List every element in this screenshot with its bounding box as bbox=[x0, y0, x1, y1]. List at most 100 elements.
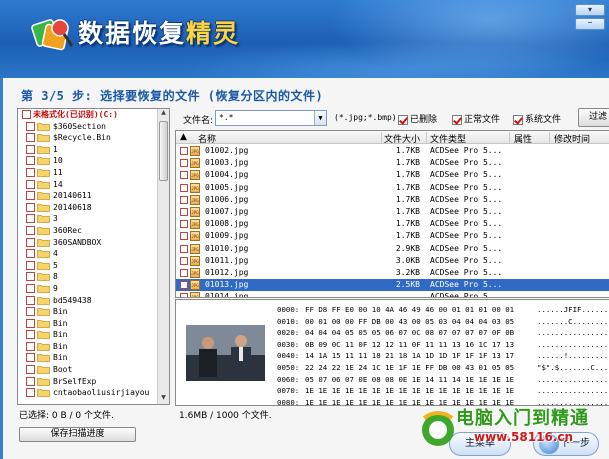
tree-item[interactable]: 9 bbox=[18, 283, 169, 295]
checkbox-icon[interactable] bbox=[26, 341, 35, 351]
checkbox-checked-icon[interactable] bbox=[398, 114, 408, 125]
checkbox-icon[interactable] bbox=[26, 388, 35, 398]
checkbox-icon[interactable] bbox=[180, 244, 188, 253]
deleted-checkbox[interactable]: 已删除 bbox=[398, 112, 437, 125]
checkbox-icon[interactable] bbox=[26, 179, 35, 189]
checkbox-icon[interactable] bbox=[26, 202, 35, 212]
tree-item[interactable]: Boot bbox=[18, 364, 169, 376]
file-list[interactable]: ▲ 名称 文件大小 文件类型 属性 修改时间 JPG 01002.jpg 1.7KB… bbox=[175, 130, 609, 298]
tree-item[interactable]: bd549438 bbox=[18, 295, 169, 307]
checkbox-icon[interactable] bbox=[26, 191, 35, 201]
checkbox-icon[interactable] bbox=[26, 330, 35, 340]
tree-item[interactable]: $Recycle.Bin bbox=[18, 132, 169, 144]
table-row[interactable]: JPG 01009.jpg 1.7KB ACDSee Pro 5... bbox=[176, 230, 609, 242]
checkbox-icon[interactable] bbox=[26, 167, 35, 177]
checkbox-icon[interactable] bbox=[26, 260, 35, 270]
tree-item[interactable]: 10 bbox=[18, 155, 169, 167]
table-row[interactable]: JPG 01004.jpg 1.7KB ACDSee Pro 5... bbox=[176, 169, 609, 181]
tree-scrollbar[interactable]: ▲ ▼ bbox=[157, 109, 169, 404]
table-row[interactable]: JPG 01006.jpg 1.7KB ACDSee Pro 5... bbox=[176, 194, 609, 206]
checkbox-icon[interactable] bbox=[26, 307, 35, 317]
window-minimize-button[interactable]: – bbox=[575, 18, 605, 30]
checkbox-checked-icon[interactable] bbox=[452, 114, 462, 125]
tree-item[interactable]: 3 bbox=[18, 213, 169, 225]
checkbox-icon[interactable] bbox=[180, 183, 188, 192]
checkbox-icon[interactable] bbox=[26, 237, 35, 247]
table-row[interactable]: JPG 01013.jpg 2.5KB ACDSee Pro 5... bbox=[176, 279, 609, 292]
column-size[interactable]: 文件大小 bbox=[384, 132, 420, 145]
checkbox-icon[interactable] bbox=[26, 272, 35, 282]
checkbox-checked-icon[interactable] bbox=[513, 114, 523, 125]
checkbox-icon[interactable] bbox=[180, 159, 188, 168]
scroll-down-icon[interactable]: ▼ bbox=[159, 394, 168, 404]
normal-files-checkbox[interactable]: 正常文件 bbox=[452, 112, 500, 125]
checkbox-icon[interactable] bbox=[26, 156, 35, 166]
column-name[interactable]: 名称 bbox=[198, 132, 216, 145]
checkbox-icon[interactable] bbox=[26, 353, 35, 363]
tree-item[interactable]: 1 bbox=[18, 144, 169, 156]
table-row[interactable]: JPG 01007.jpg 1.7KB ACDSee Pro 5... bbox=[176, 206, 609, 218]
tree-item[interactable]: Bin bbox=[18, 352, 169, 364]
window-menu-button[interactable]: ▾ bbox=[575, 4, 605, 16]
checkbox-icon[interactable] bbox=[180, 293, 188, 297]
filename-select[interactable]: *.* ▼ bbox=[215, 110, 327, 126]
checkbox-icon[interactable] bbox=[26, 225, 35, 235]
tree-item[interactable]: cntaobaoliusirjiayou bbox=[18, 387, 169, 399]
column-mtime[interactable]: 修改时间 bbox=[554, 132, 590, 145]
tree-item[interactable]: BrSelfExp bbox=[18, 376, 169, 388]
tree-item[interactable]: 360SANDBOX bbox=[18, 237, 169, 249]
checkbox-icon[interactable] bbox=[180, 232, 188, 241]
system-files-checkbox[interactable]: 系统文件 bbox=[513, 112, 561, 125]
checkbox-icon[interactable] bbox=[180, 195, 188, 204]
column-attr[interactable]: 属性 bbox=[514, 132, 532, 145]
checkbox-icon[interactable] bbox=[26, 214, 35, 224]
checkbox-icon[interactable] bbox=[26, 249, 35, 259]
tree-item[interactable]: 8 bbox=[18, 271, 169, 283]
scroll-up-icon[interactable]: ▲ bbox=[159, 109, 168, 119]
checkbox-icon[interactable] bbox=[180, 208, 188, 216]
table-row[interactable]: JPG 01010.jpg 2.9KB ACDSee Pro 5... bbox=[176, 243, 609, 255]
checkbox-icon[interactable] bbox=[22, 110, 31, 119]
checkbox-icon[interactable] bbox=[26, 144, 35, 154]
tree-item[interactable]: Bin bbox=[18, 306, 169, 318]
tree-item[interactable]: $360Section bbox=[18, 121, 169, 133]
filter-button[interactable]: 过滤 bbox=[578, 108, 609, 127]
tree-item[interactable]: Bin bbox=[18, 329, 169, 341]
table-row[interactable]: JPG 01008.jpg 1.7KB ACDSee Pro 5... bbox=[176, 218, 609, 230]
checkbox-icon[interactable] bbox=[180, 256, 188, 265]
checkbox-icon[interactable] bbox=[26, 121, 35, 131]
checkbox-icon[interactable] bbox=[180, 171, 188, 180]
checkbox-icon[interactable] bbox=[26, 318, 35, 328]
folder-tree[interactable]: 未格式化(已识别)(C:) $360Section $Recycle.Bin 1 10 1… bbox=[17, 108, 170, 405]
checkbox-icon[interactable] bbox=[26, 295, 35, 305]
column-type[interactable]: 文件类型 bbox=[430, 132, 466, 145]
tree-item[interactable]: 14 bbox=[18, 179, 169, 191]
tree-item[interactable]: 20140618 bbox=[18, 202, 169, 214]
scroll-thumb[interactable] bbox=[159, 121, 168, 181]
tree-item[interactable]: 4 bbox=[18, 248, 169, 260]
chevron-down-icon[interactable]: ▼ bbox=[314, 111, 326, 125]
checkbox-icon[interactable] bbox=[26, 133, 35, 143]
checkbox-icon[interactable] bbox=[180, 269, 188, 277]
checkbox-icon[interactable] bbox=[180, 220, 188, 229]
table-row[interactable]: JPG 01002.jpg 1.7KB ACDSee Pro 5... bbox=[176, 145, 609, 157]
table-row[interactable]: JPG 01014.jpg ACDSee Pro 5... bbox=[176, 291, 609, 297]
tree-item[interactable]: 11 bbox=[18, 167, 169, 179]
table-row[interactable]: JPG 01011.jpg 3.0KB ACDSee Pro 5... bbox=[176, 255, 609, 267]
tree-item[interactable]: 5 bbox=[18, 260, 169, 272]
checkbox-icon[interactable] bbox=[180, 281, 188, 290]
tree-root-item[interactable]: 未格式化(已识别)(C:) bbox=[18, 109, 169, 121]
checkbox-icon[interactable] bbox=[26, 365, 35, 375]
table-row[interactable]: JPG 01005.jpg 1.7KB ACDSee Pro 5... bbox=[176, 182, 609, 194]
tree-item[interactable]: 360Rec bbox=[18, 225, 169, 237]
table-row[interactable]: JPG 01012.jpg 3.2KB ACDSee Pro 5... bbox=[176, 267, 609, 279]
checkbox-icon[interactable] bbox=[26, 376, 35, 386]
save-scan-progress-button[interactable]: 保存扫描进度 bbox=[19, 427, 136, 442]
tree-item[interactable]: Bin bbox=[18, 341, 169, 353]
tree-item[interactable]: 20140611 bbox=[18, 190, 169, 202]
tree-item[interactable]: Bin bbox=[18, 318, 169, 330]
checkbox-icon[interactable] bbox=[26, 283, 35, 293]
table-row[interactable]: JPG 01003.jpg 1.7KB ACDSee Pro 5... bbox=[176, 157, 609, 169]
checkbox-icon[interactable] bbox=[180, 147, 188, 155]
sort-up-icon[interactable]: ▲ bbox=[180, 132, 187, 142]
